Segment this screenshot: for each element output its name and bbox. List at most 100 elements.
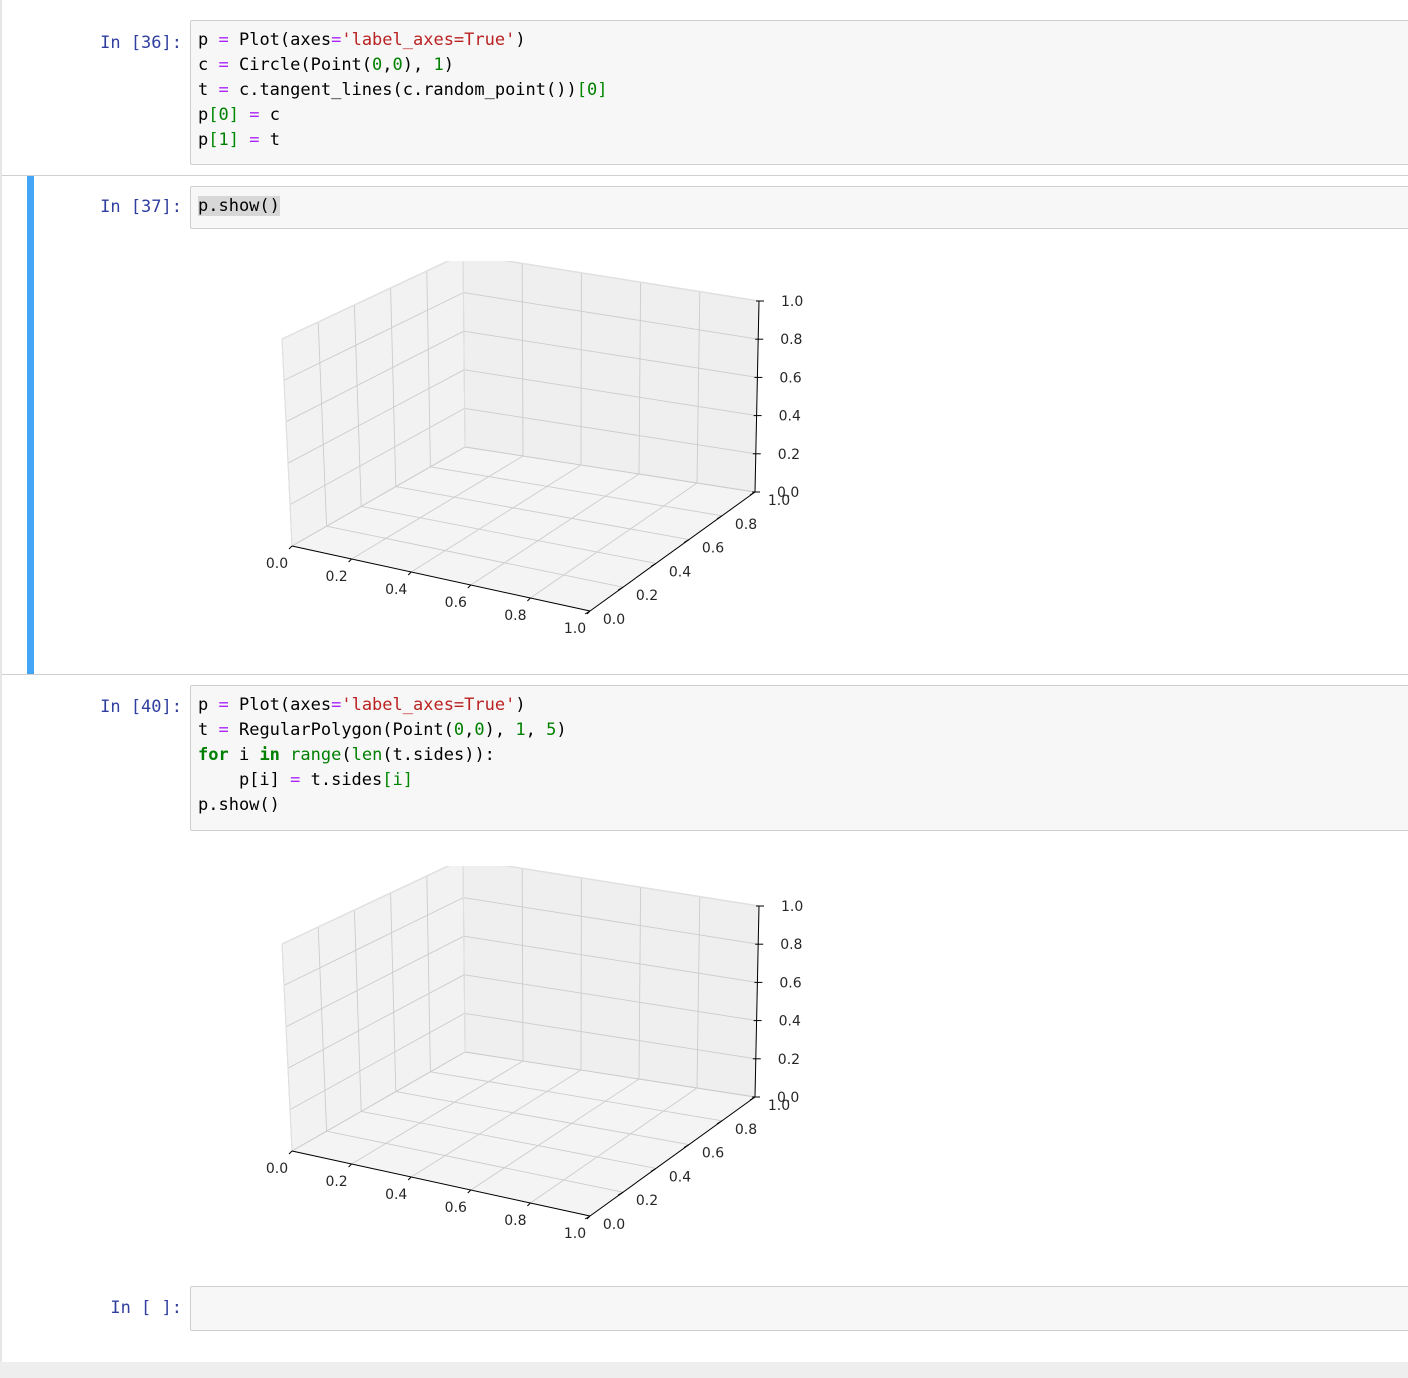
y-tick-label: 0.0	[603, 1217, 625, 1233]
y-tick-label: 0.6	[702, 541, 724, 557]
y-tick-label: 0.4	[669, 564, 691, 580]
code-token: i	[392, 770, 403, 790]
code-token: t	[259, 130, 280, 150]
code-token: RegularPolygon(Point(	[228, 720, 454, 740]
code-input[interactable]: p = Plot(axes='label_axes=True') c = Circ…	[190, 20, 1408, 165]
code-token: ]	[402, 770, 414, 790]
code-token: [	[576, 80, 587, 100]
code-token: p	[198, 30, 219, 50]
code-token: p	[198, 695, 219, 715]
code-token: =	[249, 105, 260, 125]
code-token: 1	[433, 55, 444, 75]
z-tick-label: 0.8	[780, 937, 802, 953]
x-tick-label: 0.8	[504, 1213, 526, 1229]
code-token: t.sides	[300, 770, 383, 790]
code-input[interactable]: p = Plot(axes='label_axes=True') t = Regu…	[190, 685, 1408, 831]
code-line: t = RegularPolygon(Point(0,0), 1, 5)	[198, 718, 567, 743]
code-line: c = Circle(Point(0,0), 1)	[198, 53, 607, 78]
code-token: ]	[228, 105, 239, 125]
code-token: 0	[586, 80, 598, 100]
code-token: p	[198, 130, 209, 150]
code-token: =	[218, 695, 229, 715]
x-tick	[288, 1150, 293, 1155]
code-token: 0	[218, 105, 229, 125]
x-tick	[348, 1163, 352, 1168]
code-token: p.show()	[198, 196, 280, 216]
cell-prompt: In [ ]:	[110, 1298, 182, 1318]
code-token: len	[351, 745, 383, 765]
code-token: t	[198, 80, 219, 100]
code-token: i	[228, 745, 260, 765]
code-text[interactable]: p.show()	[198, 194, 280, 219]
code-token: =	[290, 770, 301, 790]
code-input[interactable]: p.show()	[190, 186, 1408, 229]
plot-3d-output-2: 0.00.00.00.20.20.20.40.40.40.60.60.60.80…	[266, 866, 803, 1242]
code-text[interactable]: p = Plot(axes='label_axes=True') c = Circ…	[198, 28, 607, 153]
z-tick-label: 0.4	[779, 409, 801, 425]
code-token: =	[218, 80, 229, 100]
code-token: p.show()	[198, 795, 280, 815]
code-token: ,	[525, 720, 547, 740]
z-tick-label: 1.0	[781, 294, 803, 310]
x-tick-label: 0.2	[325, 569, 347, 585]
code-line: p[i] = t.sides[i]	[198, 768, 567, 793]
code-token: (t.sides)):	[382, 745, 495, 765]
x-tick-label: 0.4	[385, 1187, 407, 1203]
cell-prompt: In [37]:	[100, 197, 182, 217]
code-cell-empty[interactable]: In [ ]:	[2, 1280, 1408, 1340]
code-token: [	[208, 130, 219, 150]
code-token: =	[249, 130, 260, 150]
code-token: 1	[515, 720, 526, 740]
x-tick	[467, 1189, 472, 1194]
cell-prompt: In [40]:	[100, 697, 182, 717]
code-token: =	[331, 30, 342, 50]
code-token: 0	[372, 55, 383, 75]
y-tick-label: 1.0	[768, 1098, 790, 1114]
x-tick-label: 0.0	[266, 1161, 288, 1177]
code-token: c.tangent_lines(c.random_point())	[228, 80, 577, 100]
code-token: Circle(Point(	[228, 55, 373, 75]
y-tick-label: 0.6	[702, 1146, 724, 1162]
notebook-container: In [36]: p = Plot(axes='label_axes=True'…	[0, 0, 1408, 1362]
x-tick-label: 0.8	[504, 608, 526, 624]
code-token: for	[198, 745, 229, 765]
code-line: p = Plot(axes='label_axes=True')	[198, 693, 567, 718]
x-tick	[407, 1176, 412, 1181]
x-tick-label: 0.2	[325, 1174, 347, 1190]
code-token: =	[331, 695, 342, 715]
x-tick	[467, 584, 472, 589]
x-tick	[288, 545, 293, 550]
x-tick	[527, 1202, 531, 1207]
code-cell-37[interactable]: In [37]: p.show() 0.0 0.0 0.0 0.2 0.2 0.2 0.4 0…	[2, 175, 1408, 675]
code-token: ]	[228, 130, 239, 150]
code-input-empty[interactable]	[190, 1286, 1408, 1331]
code-token: ),	[402, 55, 434, 75]
x-tick-label: 0.6	[445, 1200, 467, 1216]
code-token: )	[443, 55, 454, 75]
code-token: =	[218, 55, 229, 75]
y-tick-label: 0.4	[669, 1169, 691, 1185]
code-token: =	[218, 30, 229, 50]
code-line: p.show()	[198, 793, 567, 818]
code-token: c	[198, 55, 219, 75]
code-token: (	[341, 745, 352, 765]
code-line: p.show()	[198, 194, 280, 219]
code-line: t = c.tangent_lines(c.random_point())[0]	[198, 78, 607, 103]
plot-3d-output-1: 0.00.00.00.20.20.20.40.40.40.60.60.60.80…	[266, 261, 803, 637]
code-token: p	[198, 105, 209, 125]
code-token: =	[218, 720, 229, 740]
z-tick-label: 0.4	[779, 1014, 801, 1030]
code-token: in	[259, 745, 280, 765]
x-tick-label: 0.6	[445, 595, 467, 611]
code-cell-40[interactable]: In [40]: p = Plot(axes='label_axes=True'…	[2, 678, 1408, 1278]
code-token: 0	[474, 720, 485, 740]
code-line: p[0] = c	[198, 103, 607, 128]
z-tick-label: 0.6	[779, 370, 801, 386]
code-cell-36[interactable]: In [36]: p = Plot(axes='label_axes=True'…	[2, 12, 1408, 172]
code-token: range	[290, 745, 342, 765]
code-token: ),	[484, 720, 516, 740]
code-text[interactable]: p = Plot(axes='label_axes=True') t = Regu…	[198, 693, 567, 818]
code-token: 'label_axes=True'	[341, 30, 516, 50]
